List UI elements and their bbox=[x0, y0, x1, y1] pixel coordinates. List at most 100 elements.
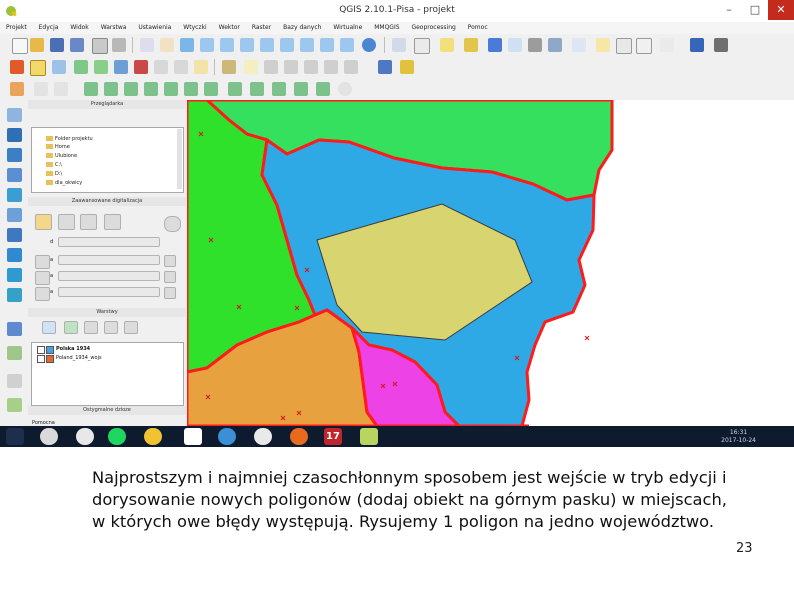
add-vector-layer-icon[interactable] bbox=[7, 108, 22, 122]
layer-visibility-checkbox[interactable] bbox=[37, 346, 45, 354]
deselect-icon[interactable] bbox=[464, 38, 478, 52]
error-marker[interactable] bbox=[584, 335, 590, 341]
zoom-full-icon[interactable] bbox=[260, 38, 274, 52]
current-edits-icon[interactable] bbox=[10, 60, 24, 74]
zoom-in-icon[interactable] bbox=[200, 38, 214, 52]
rotate-point-symbols-icon[interactable] bbox=[338, 82, 352, 96]
zoom-out-icon[interactable] bbox=[220, 38, 234, 52]
menu-mmqgis[interactable]: MMQGIS bbox=[374, 22, 399, 34]
layer-labeling-icon[interactable] bbox=[244, 60, 258, 74]
pan-to-selection-icon[interactable] bbox=[180, 38, 194, 52]
lock-angle-icon[interactable] bbox=[35, 255, 50, 269]
plugin-grid-icon[interactable] bbox=[400, 60, 414, 74]
split-parts-icon[interactable] bbox=[294, 82, 308, 96]
layer-name-poland-wojs[interactable]: Poland_1934_wojs bbox=[56, 355, 102, 361]
redo-icon[interactable] bbox=[54, 82, 68, 96]
select-features-icon[interactable] bbox=[414, 38, 430, 54]
show-hide-labels-icon[interactable] bbox=[284, 60, 298, 74]
identify-features-icon[interactable] bbox=[392, 38, 406, 52]
browser-item-project-home[interactable]: Folder projektu bbox=[46, 136, 93, 143]
lock-y-icon[interactable] bbox=[35, 287, 50, 301]
pan-hand-icon[interactable] bbox=[160, 38, 174, 52]
add-wms-layer-icon[interactable] bbox=[7, 228, 22, 242]
maximize-button[interactable]: □ bbox=[742, 0, 768, 20]
angle-lock-icon[interactable] bbox=[164, 255, 176, 267]
menu-layer[interactable]: Warstwa bbox=[101, 22, 127, 34]
menu-web[interactable]: Wirtualne bbox=[333, 22, 362, 34]
lock-x-icon[interactable] bbox=[35, 271, 50, 285]
measure-icon[interactable] bbox=[548, 38, 562, 52]
label-abc-icon[interactable] bbox=[222, 60, 236, 74]
parallel-icon[interactable] bbox=[80, 214, 97, 230]
zoom-last-icon[interactable] bbox=[320, 38, 334, 52]
app-17-icon[interactable]: 17 bbox=[324, 428, 342, 445]
merge-features-icon[interactable] bbox=[316, 82, 330, 96]
add-wcs-layer-icon[interactable] bbox=[7, 248, 22, 262]
add-feature-icon[interactable] bbox=[74, 60, 88, 74]
menu-plugins[interactable]: Wtyczki bbox=[183, 22, 206, 34]
layer-name-polska-1934[interactable]: Polska 1934 bbox=[56, 346, 90, 352]
delete-ring-icon[interactable] bbox=[184, 82, 198, 96]
refresh-icon[interactable] bbox=[362, 38, 376, 52]
chrome-icon[interactable] bbox=[144, 428, 162, 445]
snapping-icon[interactable] bbox=[164, 216, 181, 232]
zoom-actual-icon[interactable] bbox=[240, 38, 254, 52]
new-memory-layer-icon[interactable] bbox=[7, 398, 22, 412]
app-round-icon[interactable] bbox=[218, 428, 236, 445]
pin-labels-icon[interactable] bbox=[264, 60, 278, 74]
new-spatialite-icon[interactable] bbox=[7, 346, 22, 360]
paste-features-icon[interactable] bbox=[194, 60, 208, 74]
file-icon[interactable] bbox=[184, 428, 202, 445]
enable-advanced-digitizing-icon[interactable] bbox=[35, 214, 52, 230]
layer-visibility-checkbox[interactable] bbox=[37, 355, 45, 363]
plugin-tool-icon[interactable] bbox=[714, 38, 728, 52]
add-postgis-layer-icon[interactable] bbox=[7, 148, 22, 162]
python-console-icon[interactable] bbox=[690, 38, 704, 52]
menu-database[interactable]: Bazy danych bbox=[283, 22, 321, 34]
measure-line-icon[interactable] bbox=[10, 82, 24, 96]
undo-icon[interactable] bbox=[34, 82, 48, 96]
node-tool-icon[interactable] bbox=[114, 60, 128, 74]
cut-features-icon[interactable] bbox=[154, 60, 168, 74]
x-lock-icon[interactable] bbox=[164, 271, 176, 283]
show-bookmarks-icon[interactable] bbox=[616, 38, 632, 54]
rotate-label-icon[interactable] bbox=[324, 60, 338, 74]
browser-item-folder[interactable]: dla_okwicy bbox=[46, 180, 82, 187]
split-features-icon[interactable] bbox=[272, 82, 286, 96]
map-tips-icon[interactable] bbox=[572, 38, 586, 52]
add-raster-layer-icon[interactable] bbox=[7, 128, 22, 142]
toggle-editing-pencil-icon[interactable] bbox=[30, 60, 46, 76]
python-plugin-icon[interactable] bbox=[378, 60, 392, 74]
open-project-icon[interactable] bbox=[30, 38, 44, 52]
spotify-icon[interactable] bbox=[108, 428, 126, 445]
browser-item-home[interactable]: Home bbox=[46, 144, 70, 151]
map-canvas[interactable] bbox=[187, 100, 794, 426]
select-by-expression-icon[interactable] bbox=[440, 38, 454, 52]
start-button-icon[interactable] bbox=[6, 428, 24, 445]
save-as-icon[interactable] bbox=[70, 38, 84, 52]
change-label-icon[interactable] bbox=[344, 60, 358, 74]
fill-ring-icon[interactable] bbox=[164, 82, 178, 96]
add-delimited-text-icon[interactable] bbox=[7, 288, 22, 302]
save-layer-edits-icon[interactable] bbox=[52, 60, 66, 74]
open-layer-styling-icon[interactable] bbox=[42, 321, 56, 334]
annotation-dropdown-icon[interactable] bbox=[660, 38, 674, 52]
y-lock-icon[interactable] bbox=[164, 287, 176, 299]
reshape-features-icon[interactable] bbox=[228, 82, 242, 96]
move-feature-icon[interactable] bbox=[94, 60, 108, 74]
firefox-icon[interactable] bbox=[290, 428, 308, 445]
new-project-icon[interactable] bbox=[12, 38, 28, 54]
distance-field[interactable] bbox=[58, 237, 160, 247]
new-shapefile-icon[interactable] bbox=[7, 322, 22, 336]
menu-processing[interactable]: Geoprocessing bbox=[411, 22, 455, 34]
new-bookmark-icon[interactable] bbox=[596, 38, 610, 52]
delete-part-icon[interactable] bbox=[204, 82, 218, 96]
zoom-to-layer-icon[interactable] bbox=[300, 38, 314, 52]
add-group-icon[interactable] bbox=[64, 321, 78, 334]
statistics-icon[interactable] bbox=[528, 38, 542, 52]
add-spatialite-layer-icon[interactable] bbox=[7, 168, 22, 182]
composer-manager-icon[interactable] bbox=[112, 38, 126, 52]
x-field[interactable] bbox=[58, 271, 160, 281]
text-annotation-icon[interactable] bbox=[636, 38, 652, 54]
field-calculator-icon[interactable] bbox=[508, 38, 522, 52]
